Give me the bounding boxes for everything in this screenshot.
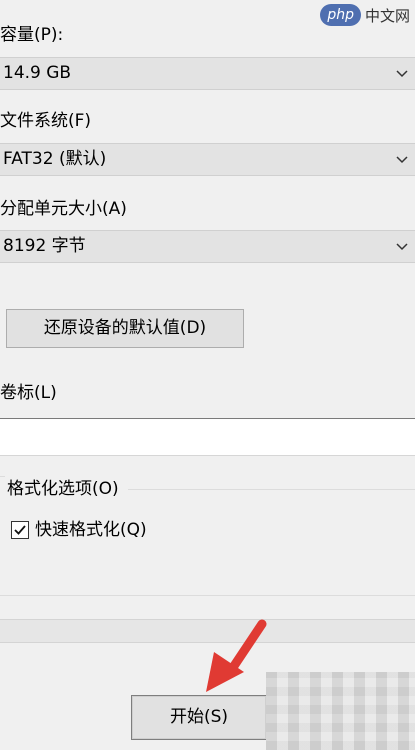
- red-arrow-icon: [206, 619, 267, 692]
